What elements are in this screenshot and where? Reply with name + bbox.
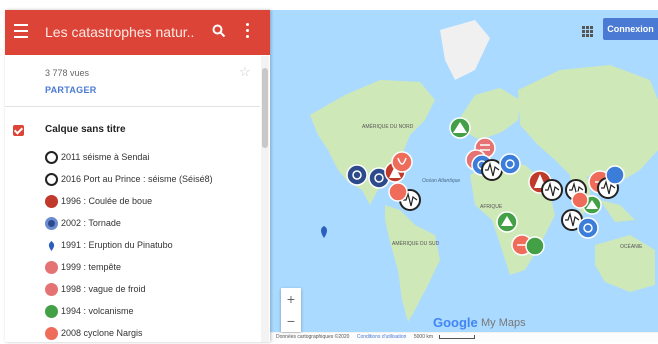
seismograph-icon xyxy=(45,150,58,164)
google-logo: Google xyxy=(433,315,478,330)
list-item[interactable]: 1991 : Eruption du Pinatubo xyxy=(45,234,213,256)
panel-scroll-thumb[interactable] xyxy=(262,68,268,148)
marker-seismograph-asia-1[interactable] xyxy=(541,179,563,201)
marker-cyclone-nargis[interactable] xyxy=(571,191,589,209)
tornado-icon xyxy=(45,216,58,230)
marker-seismograph-europe[interactable] xyxy=(481,159,503,181)
zoom-controls: + − xyxy=(281,288,301,332)
list-item[interactable]: 2016 Port au Prince : séisme (Séisé8) xyxy=(45,168,213,190)
marker-tornado-europe-2[interactable] xyxy=(499,153,521,175)
list-item[interactable]: 1994 : volcanisme xyxy=(45,300,213,322)
google-logo-text: Google xyxy=(433,315,478,330)
label-north-america: AMÉRIQUE DU NORD xyxy=(362,123,414,130)
more-vertical-icon[interactable] xyxy=(246,23,250,41)
pin-icon xyxy=(45,239,58,252)
list-item[interactable]: 2002 : Tornade xyxy=(45,212,213,234)
item-label: 2016 Port au Prince : séisme (Séisé8) xyxy=(61,174,213,184)
layer-checkbox[interactable] xyxy=(13,125,24,136)
marker-tornado-asia[interactable] xyxy=(605,165,625,185)
hamburger-menu-icon[interactable] xyxy=(14,24,28,40)
layer-items-list: 2011 séisme à Sendai 2016 Port au Prince… xyxy=(45,146,213,344)
terms-link[interactable]: Conditions d'utilisation xyxy=(357,334,407,340)
wind-icon xyxy=(45,260,58,274)
label-africa: AFRIQUE xyxy=(480,204,503,210)
scale-bar xyxy=(439,334,476,339)
layer-title[interactable]: Calque sans titre xyxy=(45,124,126,135)
list-item[interactable]: 2008 cyclone Nargis xyxy=(45,322,213,344)
connexion-button[interactable]: Connexion xyxy=(603,18,658,40)
marker-tornado-1[interactable] xyxy=(346,164,368,186)
zoom-in-button[interactable]: + xyxy=(281,288,301,310)
item-label: 1999 : tempête xyxy=(61,262,122,272)
panel-header: Les catastrophes natur... xyxy=(5,10,270,55)
apps-grid-icon[interactable] xyxy=(582,26,594,38)
map-data-attribution: Données cartographiques ©2020 xyxy=(276,334,350,340)
marker-volcano-africa[interactable] xyxy=(496,211,518,233)
item-label: 1994 : volcanisme xyxy=(61,306,134,316)
scale-label: 5000 km xyxy=(413,334,434,340)
list-item[interactable]: 2011 séisme à Sendai xyxy=(45,146,213,168)
mymaps-brand: My Maps xyxy=(481,317,526,329)
item-label: 1996 : Coulée de boue xyxy=(61,196,153,206)
star-icon[interactable]: ☆ xyxy=(239,64,251,80)
volcano-icon xyxy=(45,304,58,318)
list-item[interactable]: 1996 : Coulée de boue xyxy=(45,190,213,212)
map-title[interactable]: Les catastrophes natur... xyxy=(45,24,195,40)
label-oceania: OCÉANIE xyxy=(620,243,643,250)
search-icon[interactable] xyxy=(212,24,226,43)
map-view[interactable]: AMÉRIQUE DU NORD AMÉRIQUE DU SUD AFRIQUE… xyxy=(270,10,658,342)
marker-volcano-iceland[interactable] xyxy=(449,117,471,139)
snowflake-icon xyxy=(45,282,58,296)
item-label: 2008 cyclone Nargis xyxy=(61,328,143,338)
divider xyxy=(5,106,260,107)
view-count: 3 778 vues xyxy=(45,68,90,78)
item-label: 1991 : Eruption du Pinatubo xyxy=(61,240,173,250)
side-panel: Les catastrophes natur... 3 778 vues PAR… xyxy=(5,10,270,342)
list-item[interactable]: 1999 : tempête xyxy=(45,256,213,278)
seismograph-icon xyxy=(45,172,58,186)
map-footer: Données cartographiques ©2020 Conditions… xyxy=(270,333,658,342)
list-item[interactable]: 1998 : vague de froid xyxy=(45,278,213,300)
marker-tornado-asia-2[interactable] xyxy=(577,217,599,239)
cyclone-icon xyxy=(45,326,58,340)
item-label: 2011 séisme à Sendai xyxy=(61,152,150,162)
marker-storm-2[interactable] xyxy=(388,182,408,202)
marker-volcano-madagascar[interactable] xyxy=(525,236,545,256)
item-label: 2002 : Tornade xyxy=(61,218,121,228)
item-label: 1998 : vague de froid xyxy=(61,284,146,294)
landslide-icon xyxy=(45,194,58,208)
zoom-out-button[interactable]: − xyxy=(281,310,301,332)
marker-storm-1[interactable] xyxy=(391,151,413,173)
label-atlantic: Océan Atlantique xyxy=(422,178,460,184)
label-south-america: AMÉRIQUE DU SUD xyxy=(392,240,440,247)
share-button[interactable]: PARTAGER xyxy=(45,85,97,95)
